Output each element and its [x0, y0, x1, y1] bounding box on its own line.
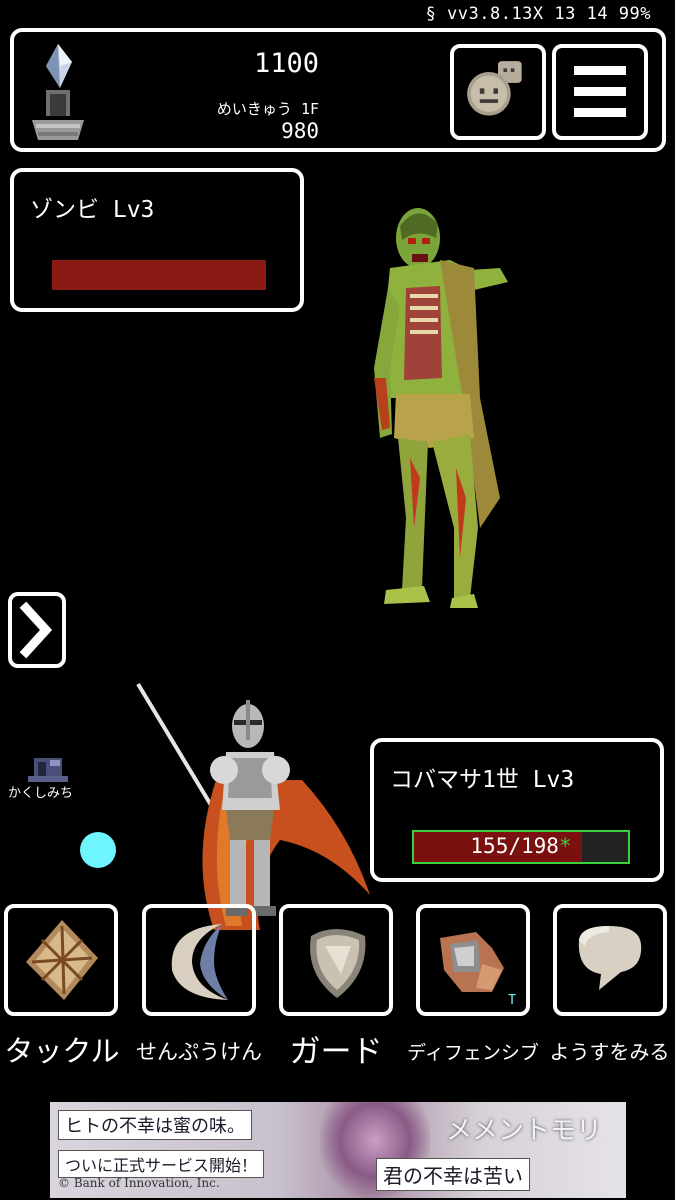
player-hp-bar: 155/198*	[412, 830, 630, 864]
menu-button[interactable]	[552, 44, 648, 140]
player-hp-value: 155/198	[470, 834, 559, 858]
ad-copyright: © Bank of Innovation, Inc.	[58, 1176, 220, 1190]
status-bar: § vv3.8.13X 13 14 99%	[425, 4, 651, 24]
dungeon-floor-label: めいきゅう 1F	[216, 100, 319, 118]
skill-button-observe[interactable]	[553, 904, 667, 1016]
crystal-icon	[46, 44, 72, 88]
player-name: コバマサ1世 Lv3	[390, 767, 575, 793]
skill-tag: T	[508, 993, 516, 1008]
ad-game-title: メメントモリ	[446, 1116, 603, 1146]
hidden-path-label: かくしみち	[8, 786, 74, 801]
skill-button-defensive[interactable]: T	[416, 904, 530, 1016]
hidden-path-icon	[28, 758, 68, 782]
chevron-right-icon	[19, 601, 53, 659]
player-status-panel: コバマサ1世 Lv3 155/198*	[370, 738, 664, 882]
position-marker-dot[interactable]	[80, 832, 116, 868]
hidden-path-item[interactable]: かくしみち	[8, 756, 88, 801]
skill-button-tackle[interactable]	[4, 904, 118, 1016]
zombie-enemy-sprite[interactable]	[370, 198, 520, 610]
hp-marker: *	[558, 834, 572, 858]
defensive-icon	[440, 932, 504, 992]
player-hp-text: 155/198*	[414, 834, 628, 858]
advance-button[interactable]	[8, 592, 66, 668]
skill-label-defensive: ディフェンシブ	[407, 1042, 539, 1064]
enemy-hp-bar	[52, 260, 266, 290]
gem-count: 1100	[253, 48, 319, 79]
enemy-name: ゾンビ Lv3	[30, 197, 155, 223]
floor-value: 980	[281, 119, 319, 143]
dungeon-floor-icon	[32, 90, 84, 140]
chat-button[interactable]	[450, 44, 546, 140]
enemy-hp-fill	[52, 260, 266, 290]
hamburger-menu-icon	[556, 48, 644, 136]
resource-panel: 1100 めいきゅう 1F 980	[10, 28, 666, 152]
skill-label-observe: ようすをみる	[549, 1040, 670, 1064]
skill-button-whirlwind[interactable]	[142, 904, 256, 1016]
skill-button-guard[interactable]	[279, 904, 393, 1016]
skill-label-guard: ガード	[289, 1034, 383, 1070]
ad-slogan: 君の不幸は苦い	[376, 1158, 530, 1191]
tackle-icon	[26, 920, 98, 1000]
ad-banner[interactable]: ヒトの不幸は蜜の味。 ついに正式サービス開始！ © Bank of Innova…	[50, 1102, 626, 1198]
skill-label-whirlwind: せんぷうけん	[136, 1040, 262, 1064]
whirlwind-sword-icon	[171, 924, 228, 1000]
chat-face-icon	[467, 61, 522, 116]
enemy-status-panel: ゾンビ Lv3	[10, 168, 304, 312]
ad-headline: ヒトの不幸は蜜の味。	[58, 1110, 252, 1140]
speech-bubble-icon	[578, 926, 642, 990]
ad-subline: ついに正式サービス開始！	[58, 1150, 265, 1178]
shield-icon	[310, 929, 366, 998]
skill-label-tackle: タックル	[4, 1034, 120, 1068]
